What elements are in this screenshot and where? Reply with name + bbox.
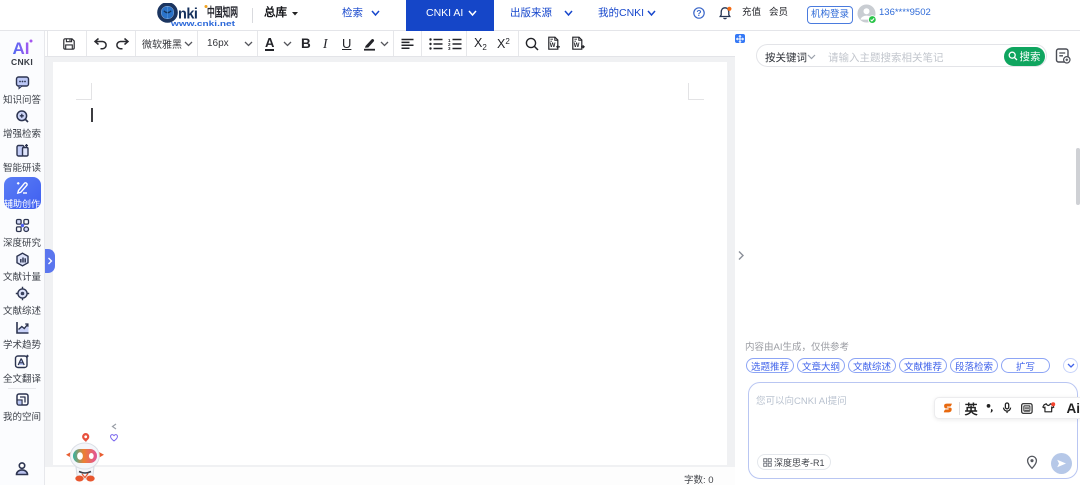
- svg-text:www.cnki.net: www.cnki.net: [170, 21, 236, 28]
- svg-text:3: 3: [448, 46, 451, 50]
- svg-text:CNKI: CNKI: [11, 57, 33, 66]
- svg-text:W: W: [574, 43, 580, 49]
- svg-text:W: W: [550, 43, 556, 49]
- svg-text:AI: AI: [13, 39, 30, 58]
- svg-text:?: ?: [696, 8, 701, 18]
- svg-text:中国知网: 中国知网: [207, 5, 238, 20]
